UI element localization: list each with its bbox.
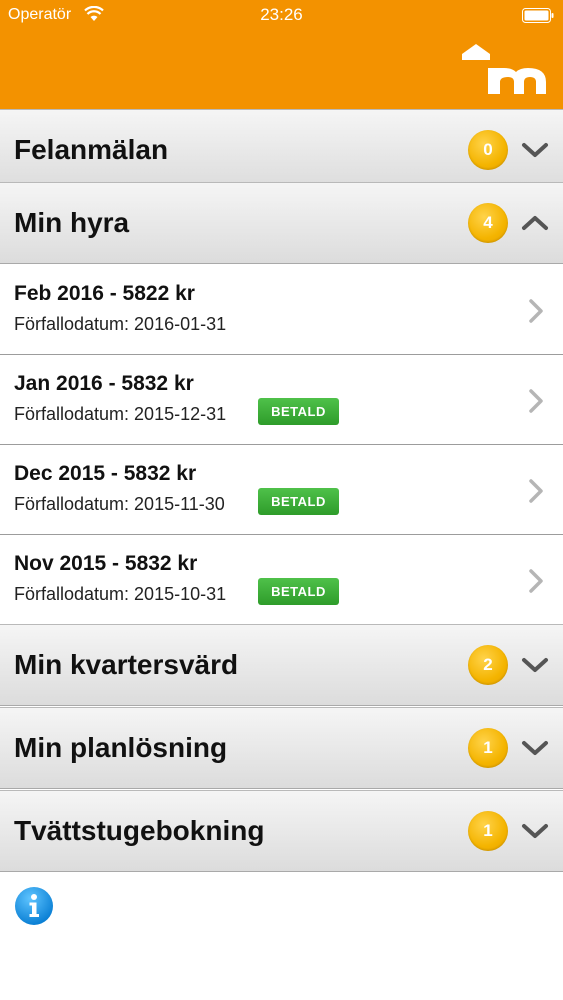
- status-bar: Operatör 23:26: [0, 0, 563, 30]
- paid-badge: BETALD: [258, 398, 339, 425]
- section-title: Felanmälan: [14, 134, 169, 165]
- chevron-right-icon: [529, 479, 543, 503]
- rent-row[interactable]: Dec 2015 - 5832 kr Förfallodatum: 2015-1…: [0, 445, 563, 535]
- count-badge: 1: [468, 811, 508, 851]
- chevron-down-icon[interactable]: [520, 820, 550, 842]
- count-badge: 4: [468, 203, 508, 243]
- chevron-down-icon[interactable]: [520, 654, 550, 676]
- chevron-right-icon: [529, 389, 543, 413]
- paid-badge: BETALD: [258, 488, 339, 515]
- rent-due-date: Förfallodatum: 2016-01-31: [14, 314, 227, 334]
- chevron-right-icon: [529, 299, 543, 323]
- paid-badge: BETALD: [258, 578, 339, 605]
- section-title: Tvättstugebokning: [14, 815, 265, 846]
- rent-row[interactable]: Feb 2016 - 5822 kr Förfallodatum: 2016-0…: [0, 265, 563, 355]
- app-header: Operatör 23:26: [0, 0, 563, 109]
- info-icon[interactable]: [14, 886, 54, 926]
- chevron-down-icon[interactable]: [520, 139, 550, 161]
- rent-due-date: Förfallodatum: 2015-11-30: [14, 494, 225, 514]
- section-title: Min kvartersvärd: [14, 649, 239, 680]
- rent-due-date: Förfallodatum: 2015-12-31: [14, 404, 227, 424]
- status-clock: 23:26: [260, 5, 303, 24]
- rent-title: Dec 2015 - 5832 kr: [14, 462, 197, 485]
- rent-title: Jan 2016 - 5832 kr: [14, 372, 194, 395]
- count-badge: 0: [468, 130, 508, 170]
- count-badge: 1: [468, 728, 508, 768]
- chevron-down-icon[interactable]: [520, 737, 550, 759]
- rent-row[interactable]: Jan 2016 - 5832 kr Förfallodatum: 2015-1…: [0, 355, 563, 445]
- count-badge: 2: [468, 645, 508, 685]
- chevron-right-icon: [529, 569, 543, 593]
- rent-row[interactable]: Nov 2015 - 5832 kr Förfallodatum: 2015-1…: [0, 535, 563, 625]
- chevron-up-icon[interactable]: [520, 212, 550, 234]
- brand-logo: [462, 44, 546, 94]
- section-title: Min planlösning: [14, 732, 228, 763]
- battery-icon: [522, 8, 554, 23]
- rent-title: Nov 2015 - 5832 kr: [14, 552, 198, 575]
- section-min-kvartersvard[interactable]: Min kvartersvärd 2: [0, 624, 563, 706]
- section-felanmalan[interactable]: Felanmälan 0: [0, 109, 563, 191]
- rent-title: Feb 2016 - 5822 kr: [14, 282, 195, 305]
- rent-due-date: Förfallodatum: 2015-10-31: [14, 584, 227, 604]
- section-min-hyra[interactable]: Min hyra 4: [0, 182, 563, 264]
- section-min-planlosning[interactable]: Min planlösning 1: [0, 707, 563, 789]
- section-tvattstugebokning[interactable]: Tvättstugebokning 1: [0, 790, 563, 872]
- section-title: Min hyra: [14, 207, 130, 238]
